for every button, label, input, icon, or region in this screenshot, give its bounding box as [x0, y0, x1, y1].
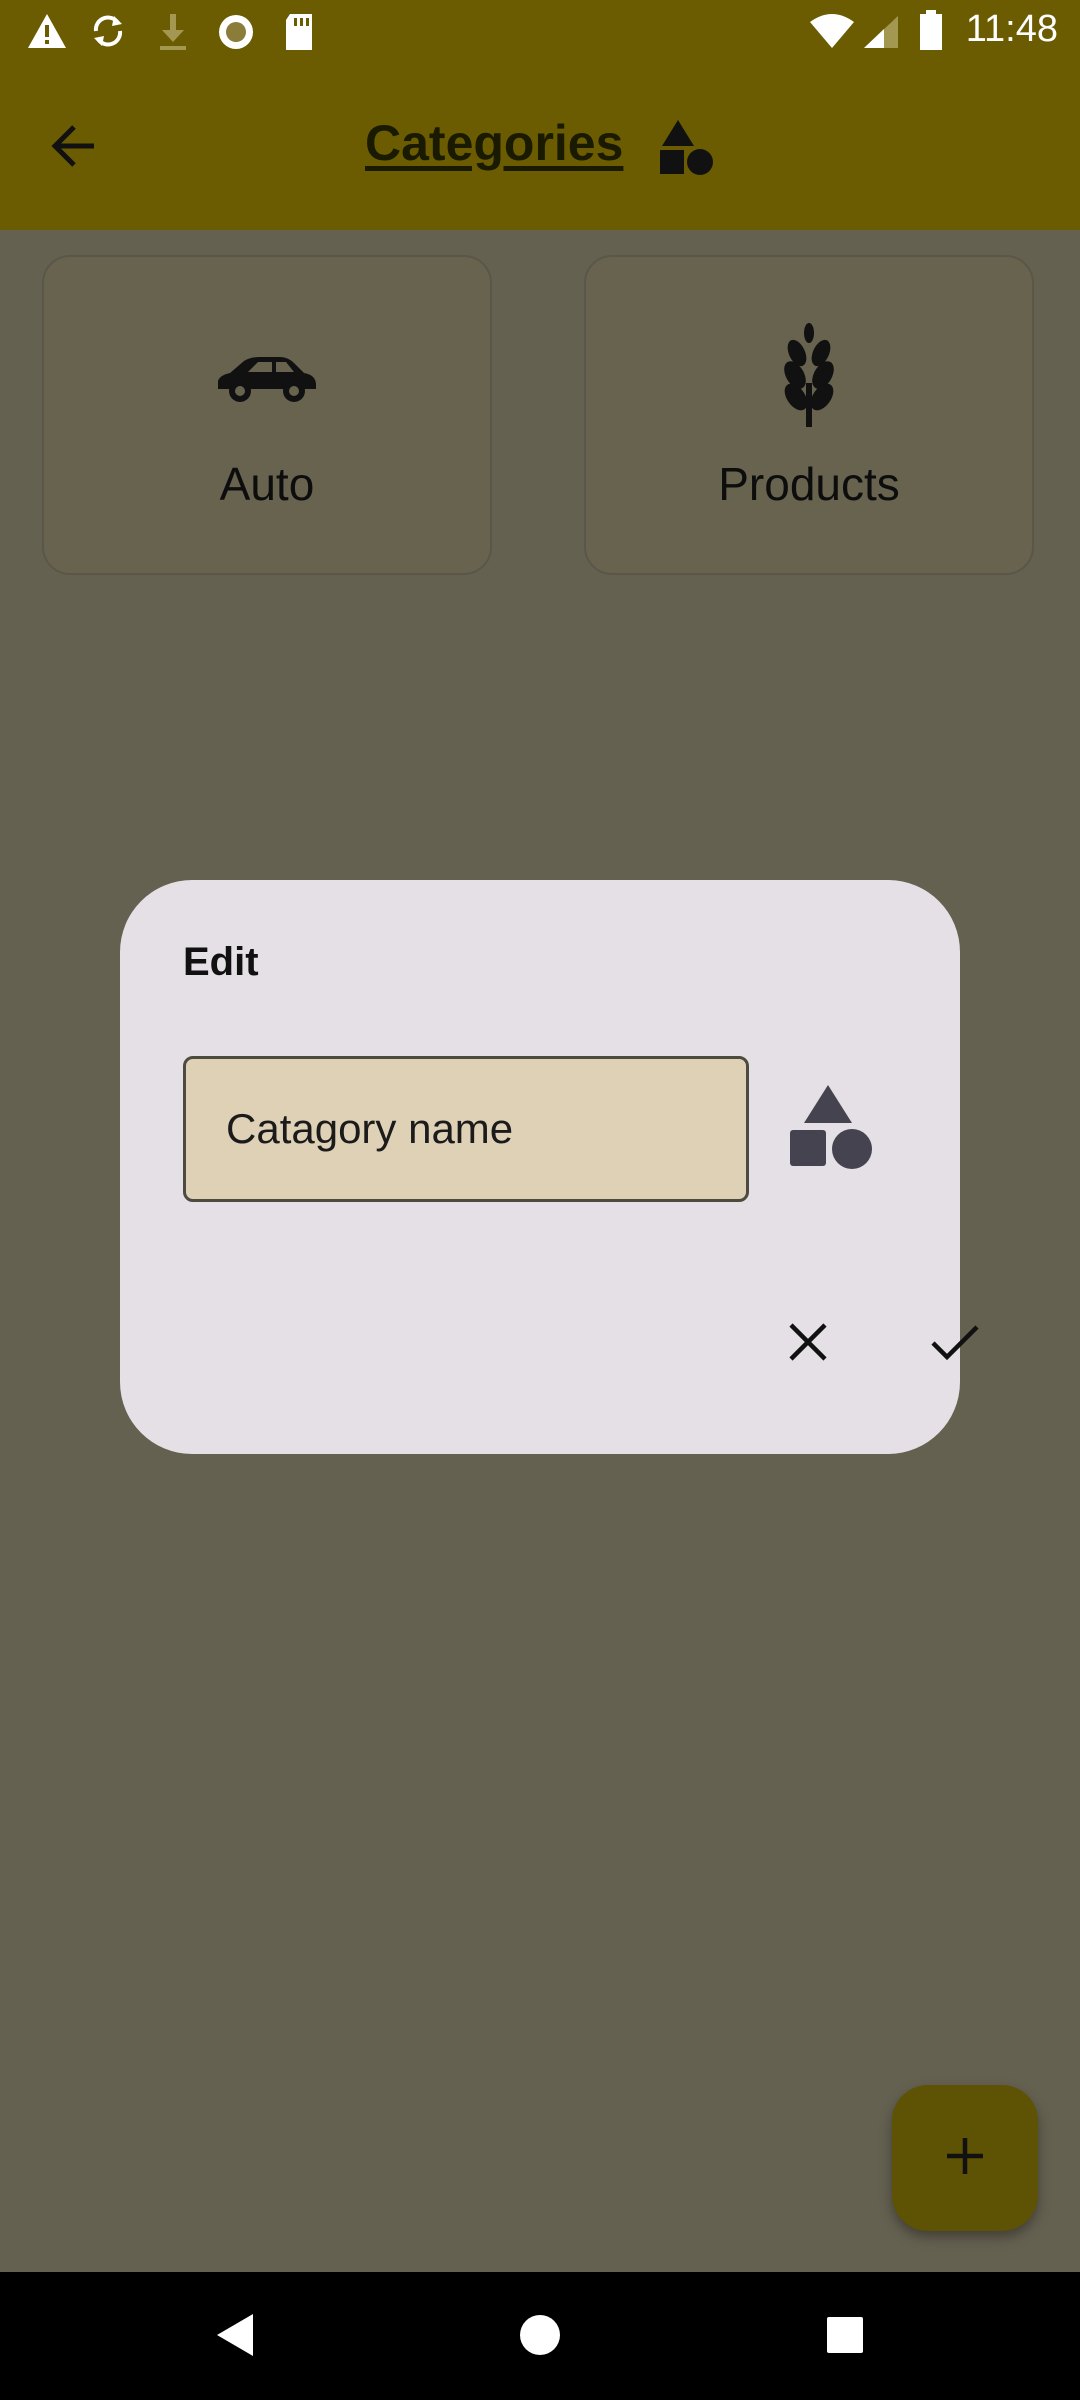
home-circle-icon — [518, 2313, 562, 2362]
category-card-auto[interactable]: Auto — [42, 255, 492, 575]
icon-picker-button[interactable] — [782, 1074, 882, 1184]
car-icon — [214, 355, 320, 408]
screen: 11:48 Categories Auto Products Edit — [0, 0, 1080, 2400]
dialog-title: Edit — [183, 940, 259, 984]
wifi-icon — [808, 14, 856, 55]
page-title: Categories — [365, 115, 624, 171]
nav-home-button[interactable] — [505, 2302, 575, 2372]
close-icon — [788, 1322, 828, 1367]
edit-dialog: Edit — [120, 880, 979, 1454]
add-category-button[interactable] — [892, 2085, 1038, 2231]
shapes-icon — [788, 1083, 876, 1176]
recents-square-icon — [825, 2315, 865, 2360]
category-name-input[interactable] — [183, 1056, 749, 1202]
nav-recents-button[interactable] — [810, 2302, 880, 2372]
category-label: Products — [718, 458, 900, 510]
cancel-button[interactable] — [760, 1296, 856, 1392]
check-icon — [930, 1323, 980, 1366]
nav-back-button[interactable] — [200, 2302, 270, 2372]
back-triangle-icon — [215, 2312, 255, 2363]
download-icon — [156, 12, 190, 57]
shapes-icon — [658, 118, 714, 181]
confirm-button[interactable] — [907, 1296, 1003, 1392]
category-card-products[interactable]: Products — [584, 255, 1034, 575]
status-bar: 11:48 — [0, 0, 1080, 62]
back-button[interactable] — [36, 110, 112, 186]
warning-icon — [26, 12, 68, 55]
signal-icon — [862, 14, 900, 55]
wheat-icon — [779, 323, 839, 434]
record-icon — [216, 12, 256, 57]
category-label: Auto — [219, 458, 315, 510]
status-time: 11:48 — [965, 8, 1058, 50]
app-bar: Categories — [0, 62, 1080, 230]
sd-card-icon — [282, 12, 316, 57]
sync-icon — [88, 12, 128, 55]
battery-icon — [918, 10, 944, 57]
arrow-back-icon — [50, 124, 98, 173]
system-nav-bar — [0, 2272, 1080, 2400]
plus-icon — [945, 2136, 985, 2181]
